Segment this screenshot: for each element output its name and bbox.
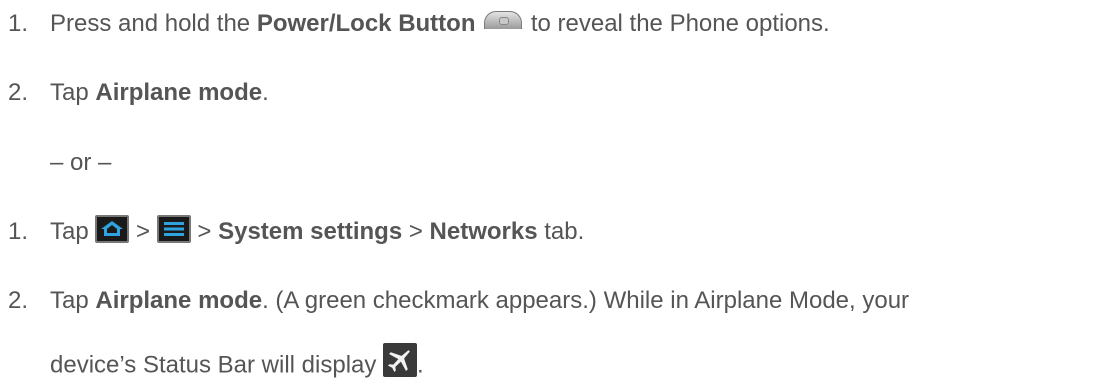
power-lock-button-icon (484, 10, 523, 29)
step-number: 1. (8, 218, 29, 245)
step-bold: System settings (218, 218, 403, 245)
step-bold: Power/Lock Button (256, 10, 476, 37)
airplane-mode-status-icon (383, 343, 418, 377)
step-tap: Tap (50, 218, 96, 245)
step-sep: > (402, 218, 430, 245)
home-icon (95, 214, 130, 243)
step-text: Tap Airplane mode. (A green checkmark ap… (50, 287, 909, 315)
step-post: to reveal the Phone options. (524, 10, 830, 37)
step-post: . (262, 79, 269, 106)
step-bold: Airplane mode (95, 287, 263, 314)
step-number: 2. (8, 79, 29, 106)
step-post: tab. (537, 218, 585, 245)
step-text: Tap Airplane mode. (50, 79, 269, 107)
step-text: Tap > > System settings > Networks tab. (50, 214, 585, 247)
step-pre: Tap (50, 287, 96, 314)
step-end: . (417, 351, 424, 379)
step-bold: Airplane mode (95, 79, 263, 106)
step-number: 1. (8, 10, 29, 37)
step-line2: device’s Status Bar will display (50, 351, 384, 379)
step-text: device’s Status Bar will display . (50, 343, 424, 383)
step-sep: > (190, 218, 219, 245)
step-number: 2. (8, 287, 29, 314)
menu-icon (156, 214, 191, 243)
step-text: Press and hold the Power/Lock Button to … (50, 10, 830, 38)
step-sep: > (129, 218, 157, 245)
step-bold: Networks (429, 218, 538, 245)
step-pre: Tap (50, 79, 96, 106)
step-post: . (A green checkmark appears.) While in … (262, 287, 910, 314)
step-pre: Press and hold the (50, 10, 257, 37)
separator-text: – or – (50, 149, 112, 176)
